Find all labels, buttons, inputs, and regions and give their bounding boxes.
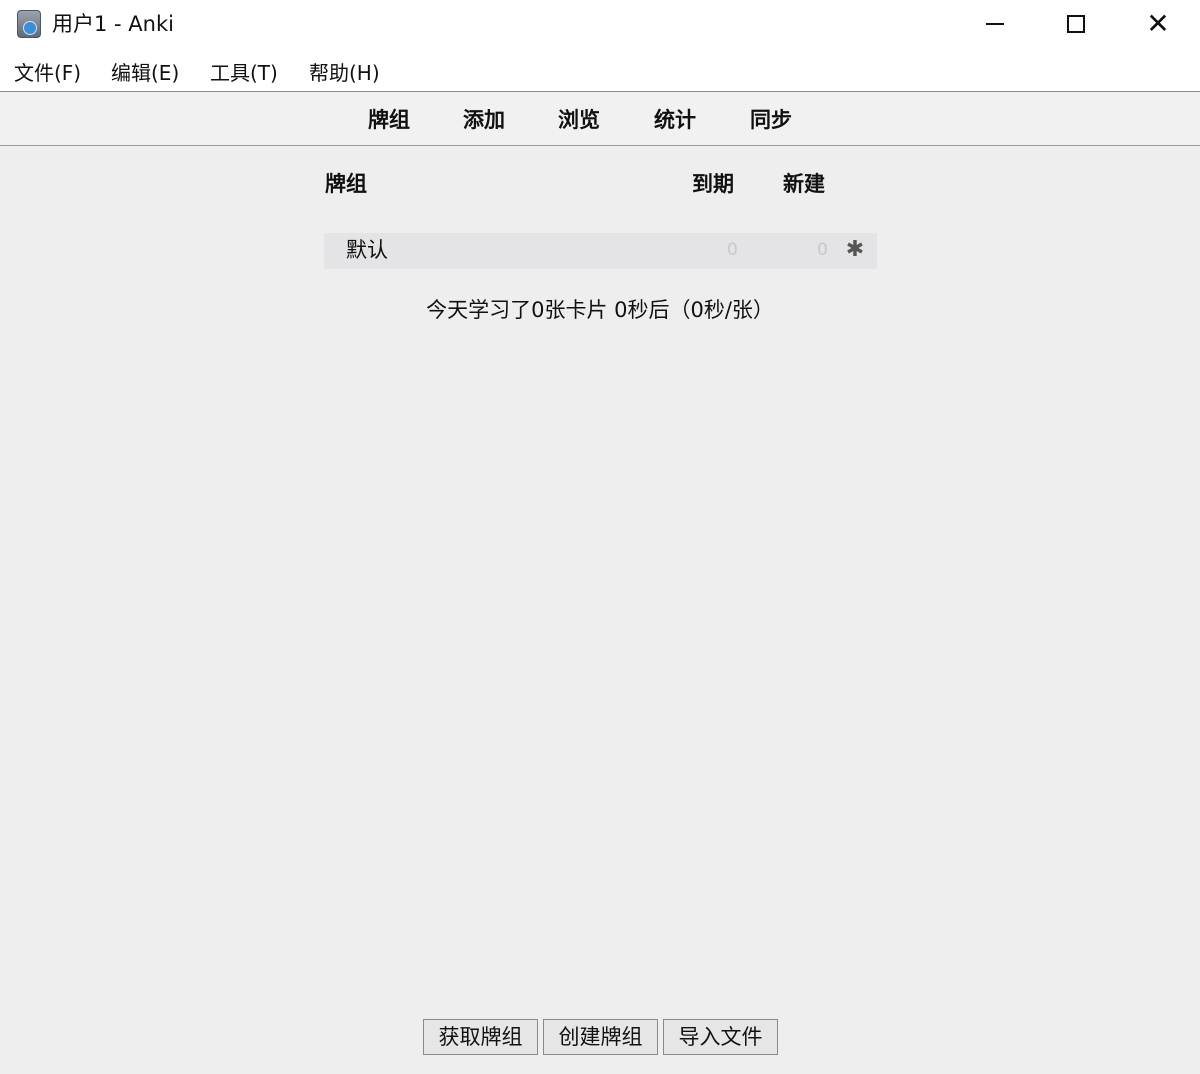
main-toolbar: 牌组 添加 浏览 统计 同步 <box>0 93 1200 146</box>
menu-edit[interactable]: 编辑(E) <box>111 60 179 86</box>
menu-tools[interactable]: 工具(T) <box>210 60 278 86</box>
toolbar-stats[interactable]: 统计 <box>654 106 696 134</box>
close-button[interactable]: ✕ <box>1118 0 1198 48</box>
window-title: 用户1 - Anki <box>52 12 174 36</box>
maximize-button[interactable] <box>1036 0 1116 48</box>
get-shared-decks-button[interactable]: 获取牌组 <box>423 1019 538 1055</box>
minimize-icon <box>986 23 1004 25</box>
menu-bar: 文件(F) 编辑(E) 工具(T) 帮助(H) <box>0 50 1200 92</box>
toolbar-add[interactable]: 添加 <box>463 106 505 134</box>
menu-file[interactable]: 文件(F) <box>14 60 81 86</box>
menu-help[interactable]: 帮助(H) <box>309 60 380 86</box>
due-column-header: 到期 <box>692 172 734 196</box>
new-column-header: 新建 <box>783 172 825 196</box>
deck-column-header: 牌组 <box>325 172 367 196</box>
toolbar-decks[interactable]: 牌组 <box>368 106 410 134</box>
deck-row-default[interactable]: 默认 0 0 ✱ <box>324 233 877 269</box>
deck-due-count: 0 <box>727 240 738 260</box>
close-icon: ✕ <box>1146 7 1170 40</box>
toolbar-sync[interactable]: 同步 <box>750 106 792 134</box>
deck-name[interactable]: 默认 <box>346 236 388 264</box>
deck-new-count: 0 <box>817 240 828 260</box>
create-deck-button[interactable]: 创建牌组 <box>543 1019 658 1055</box>
toolbar-browse[interactable]: 浏览 <box>558 106 600 134</box>
minimize-button[interactable] <box>955 0 1035 48</box>
gear-icon[interactable]: ✱ <box>842 237 868 263</box>
maximize-icon <box>1067 15 1085 33</box>
title-bar: 用户1 - Anki ✕ <box>0 0 1200 50</box>
anki-app-icon <box>17 10 41 38</box>
import-file-button[interactable]: 导入文件 <box>663 1019 778 1055</box>
study-summary: 今天学习了0张卡片 0秒后（0秒/张） <box>426 298 774 322</box>
